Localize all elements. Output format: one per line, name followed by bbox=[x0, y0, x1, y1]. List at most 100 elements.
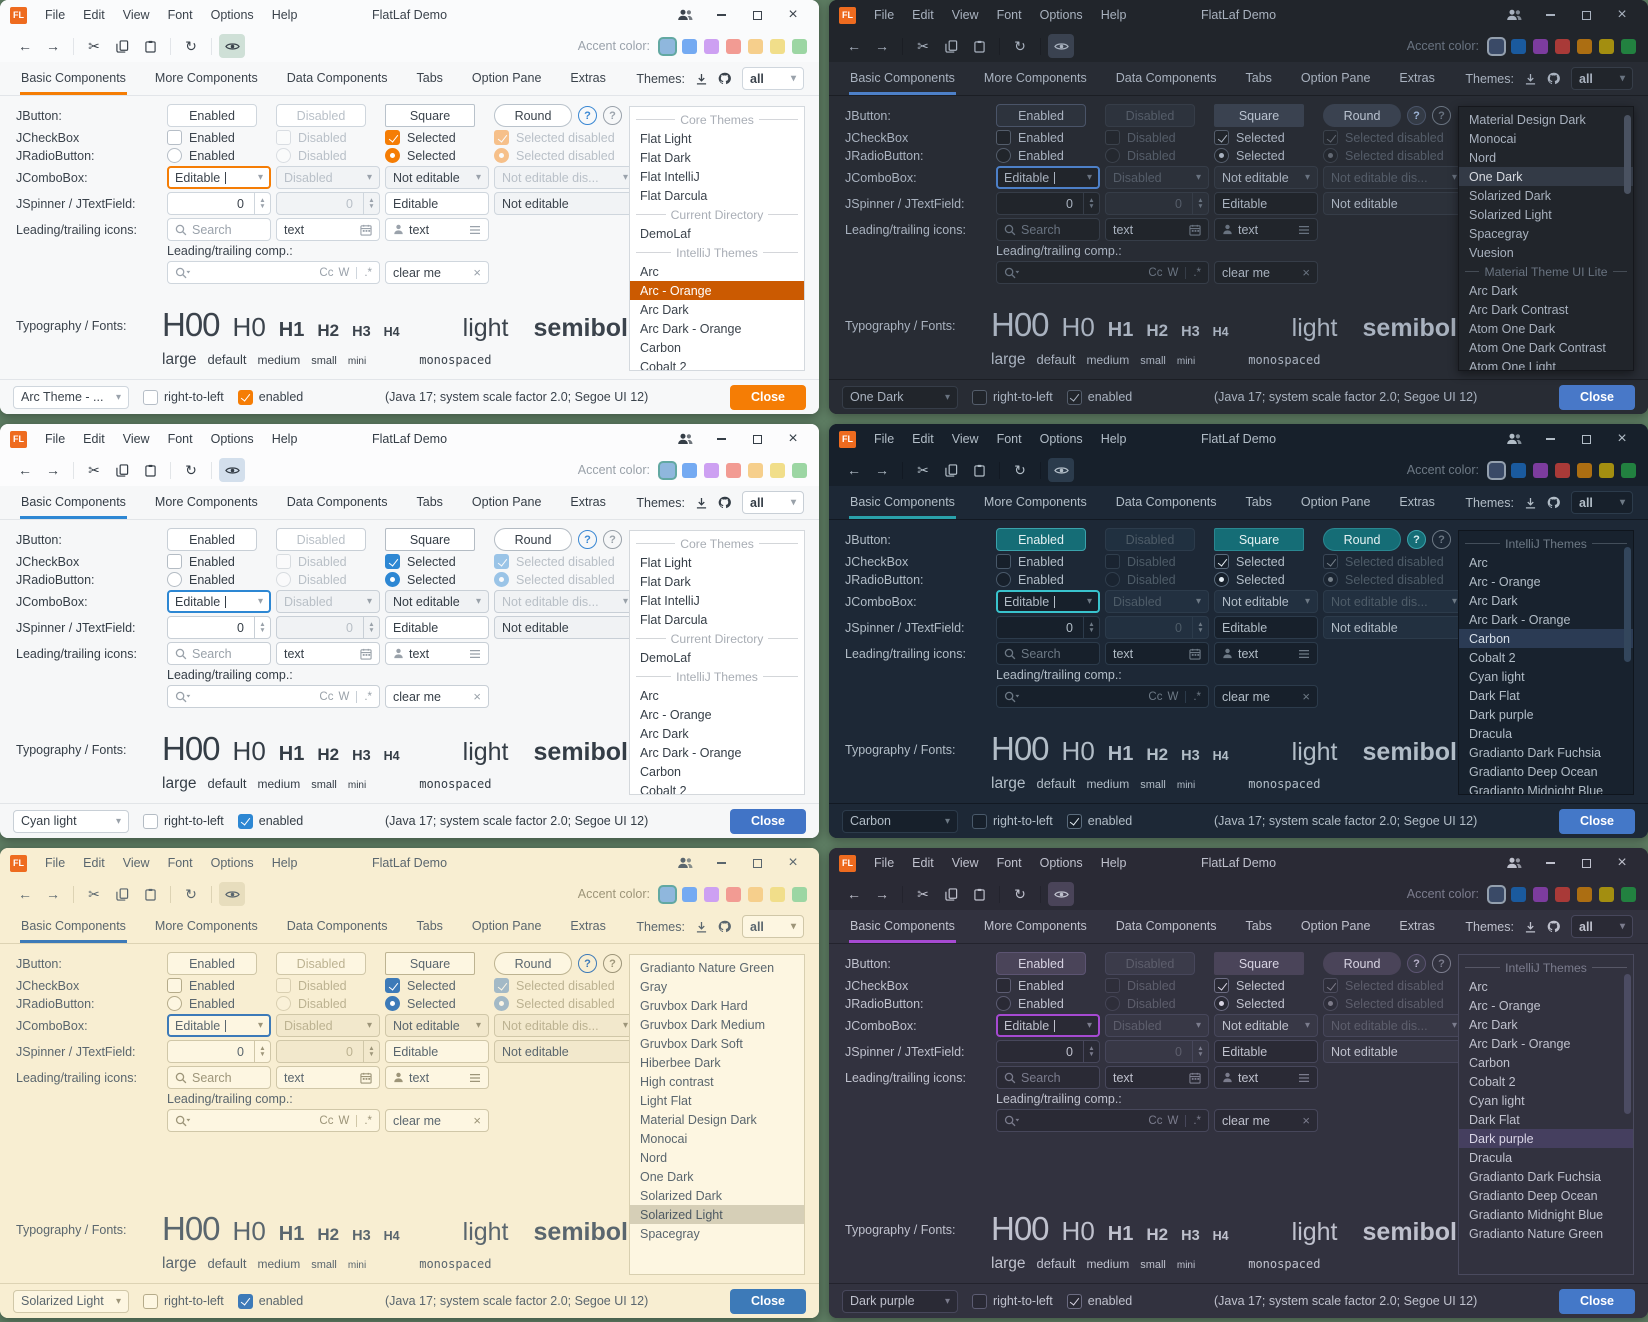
combobox-not-editable[interactable]: Not editable▾ bbox=[385, 1014, 489, 1037]
spinner-buttons[interactable]: ▲▼ bbox=[1083, 1041, 1099, 1062]
radio-selected[interactable]: Selected bbox=[385, 996, 489, 1011]
theme-item-arc[interactable]: Arc bbox=[630, 686, 804, 705]
whole-words-button[interactable]: W bbox=[1167, 267, 1178, 279]
theme-item-carbon[interactable]: Carbon bbox=[1459, 1053, 1633, 1072]
theme-selector-combo[interactable]: One Dark▾ bbox=[842, 386, 958, 409]
theme-item-carbon[interactable]: Carbon bbox=[1459, 629, 1633, 648]
tab-basic-components[interactable]: Basic Components bbox=[20, 486, 127, 519]
close-dialog-button[interactable]: Close bbox=[1559, 385, 1635, 410]
search-field[interactable]: Search bbox=[996, 642, 1100, 665]
clear-me-field[interactable]: clear me× bbox=[385, 685, 489, 708]
clear-icon[interactable]: × bbox=[1302, 1114, 1310, 1127]
list-icon[interactable] bbox=[1298, 649, 1310, 659]
radio-selected-disabled[interactable]: Selected disabled bbox=[1323, 996, 1465, 1011]
accent-swatch-3[interactable] bbox=[1533, 463, 1548, 478]
scrollbar-thumb[interactable] bbox=[1624, 547, 1631, 663]
combobox-not-editable[interactable]: Not editable▾ bbox=[385, 590, 489, 613]
calendar-icon[interactable] bbox=[1189, 1072, 1201, 1084]
search-comp-field[interactable]: CcW.* bbox=[167, 1109, 380, 1132]
tab-more-components[interactable]: More Components bbox=[983, 910, 1088, 943]
radio-selected-disabled[interactable]: Selected disabled bbox=[494, 148, 636, 163]
menu-options[interactable]: Options bbox=[1031, 853, 1092, 873]
show-hidden-toggle[interactable] bbox=[1048, 458, 1074, 482]
theme-item-cobalt-2[interactable]: Cobalt 2 bbox=[1459, 1072, 1633, 1091]
menu-view[interactable]: View bbox=[114, 853, 159, 873]
cut-button[interactable]: ✂ bbox=[910, 458, 936, 482]
regex-button[interactable]: .* bbox=[1193, 1115, 1201, 1127]
theme-item-atom-one-dark[interactable]: Atom One Dark bbox=[1459, 319, 1633, 338]
menu-edit[interactable]: Edit bbox=[74, 853, 114, 873]
users-button[interactable] bbox=[669, 851, 701, 875]
calendar-icon[interactable] bbox=[360, 224, 372, 236]
theme-item-atom-one-light[interactable]: Atom One Light bbox=[1459, 357, 1633, 371]
tab-extras[interactable]: Extras bbox=[569, 910, 606, 943]
copy-button[interactable] bbox=[938, 882, 964, 906]
accent-swatch-5[interactable] bbox=[1577, 887, 1592, 902]
menu-help[interactable]: Help bbox=[263, 429, 307, 449]
close-dialog-button[interactable]: Close bbox=[1559, 809, 1635, 834]
textfield-editable[interactable]: Editable bbox=[1214, 192, 1318, 215]
round-button[interactable]: Round bbox=[494, 104, 572, 127]
accent-swatch-4[interactable] bbox=[726, 463, 741, 478]
checkbox-selected[interactable]: Selected bbox=[385, 130, 489, 145]
download-icon[interactable] bbox=[1525, 497, 1536, 509]
copy-button[interactable] bbox=[109, 458, 135, 482]
checkbox-enabled[interactable]: Enabled bbox=[996, 130, 1100, 145]
theme-item-cyan-light[interactable]: Cyan light bbox=[1459, 667, 1633, 686]
rtl-checkbox[interactable]: right-to-left bbox=[143, 1294, 224, 1309]
menu-view[interactable]: View bbox=[114, 5, 159, 25]
theme-item-spacegray[interactable]: Spacegray bbox=[630, 1224, 804, 1243]
text-field-calendar[interactable]: text bbox=[1105, 1066, 1209, 1089]
radio-enabled[interactable]: Enabled bbox=[167, 572, 271, 587]
accent-swatch-6[interactable] bbox=[770, 887, 785, 902]
square-button[interactable]: Square bbox=[1214, 952, 1304, 975]
tab-more-components[interactable]: More Components bbox=[154, 62, 259, 95]
match-case-button[interactable]: Cc bbox=[319, 691, 333, 703]
radio-selected[interactable]: Selected bbox=[1214, 148, 1318, 163]
theme-item-monocai[interactable]: Monocai bbox=[630, 1129, 804, 1148]
spinner[interactable]: 0▲▼ bbox=[996, 616, 1100, 639]
combobox-editable[interactable]: Editable▾ bbox=[996, 166, 1100, 189]
match-case-button[interactable]: Cc bbox=[1148, 267, 1162, 279]
accent-swatch-2[interactable] bbox=[1511, 463, 1526, 478]
menu-options[interactable]: Options bbox=[202, 429, 263, 449]
menu-help[interactable]: Help bbox=[263, 5, 307, 25]
github-icon[interactable] bbox=[718, 72, 731, 85]
theme-item-monocai[interactable]: Monocai bbox=[1459, 129, 1633, 148]
accent-swatch-7[interactable] bbox=[1621, 39, 1636, 54]
spinner[interactable]: 0▲▼ bbox=[996, 1040, 1100, 1063]
users-button[interactable] bbox=[669, 427, 701, 451]
menu-options[interactable]: Options bbox=[1031, 429, 1092, 449]
scrollbar-thumb[interactable] bbox=[1624, 115, 1631, 194]
theme-item-arc-orange[interactable]: Arc - Orange bbox=[630, 705, 804, 724]
accent-swatch-6[interactable] bbox=[1599, 887, 1614, 902]
radio-disabled[interactable]: Disabled bbox=[276, 996, 380, 1011]
search-comp-field[interactable]: CcW.* bbox=[167, 685, 380, 708]
calendar-icon[interactable] bbox=[1189, 648, 1201, 660]
copy-button[interactable] bbox=[938, 458, 964, 482]
menu-file[interactable]: File bbox=[36, 5, 74, 25]
text-field-calendar[interactable]: text bbox=[1105, 642, 1209, 665]
theme-item-material-design-dark[interactable]: Material Design Dark bbox=[1459, 110, 1633, 129]
spinner[interactable]: 0▲▼ bbox=[167, 1040, 271, 1063]
tab-option-pane[interactable]: Option Pane bbox=[471, 910, 543, 943]
textfield-editable[interactable]: Editable bbox=[1214, 1040, 1318, 1063]
enabled-button[interactable]: Enabled bbox=[167, 952, 257, 975]
close-button[interactable]: × bbox=[777, 3, 809, 27]
cut-button[interactable]: ✂ bbox=[81, 458, 107, 482]
accent-swatch-1[interactable] bbox=[1489, 887, 1504, 902]
textfield-editable[interactable]: Editable bbox=[385, 1040, 489, 1063]
close-button[interactable]: × bbox=[777, 851, 809, 875]
checkbox-disabled[interactable]: Disabled bbox=[276, 554, 380, 569]
tab-option-pane[interactable]: Option Pane bbox=[1300, 486, 1372, 519]
tab-more-components[interactable]: More Components bbox=[154, 910, 259, 943]
theme-item-flat-light[interactable]: Flat Light bbox=[630, 129, 804, 148]
menu-edit[interactable]: Edit bbox=[903, 853, 943, 873]
square-button[interactable]: Square bbox=[1214, 104, 1304, 127]
tab-data-components[interactable]: Data Components bbox=[286, 486, 389, 519]
tab-basic-components[interactable]: Basic Components bbox=[849, 910, 956, 943]
tab-extras[interactable]: Extras bbox=[1398, 62, 1435, 95]
theme-item-demolaf[interactable]: DemoLaf bbox=[630, 224, 804, 243]
search-dropdown-icon[interactable] bbox=[1004, 267, 1020, 279]
minimize-button[interactable] bbox=[705, 3, 737, 27]
